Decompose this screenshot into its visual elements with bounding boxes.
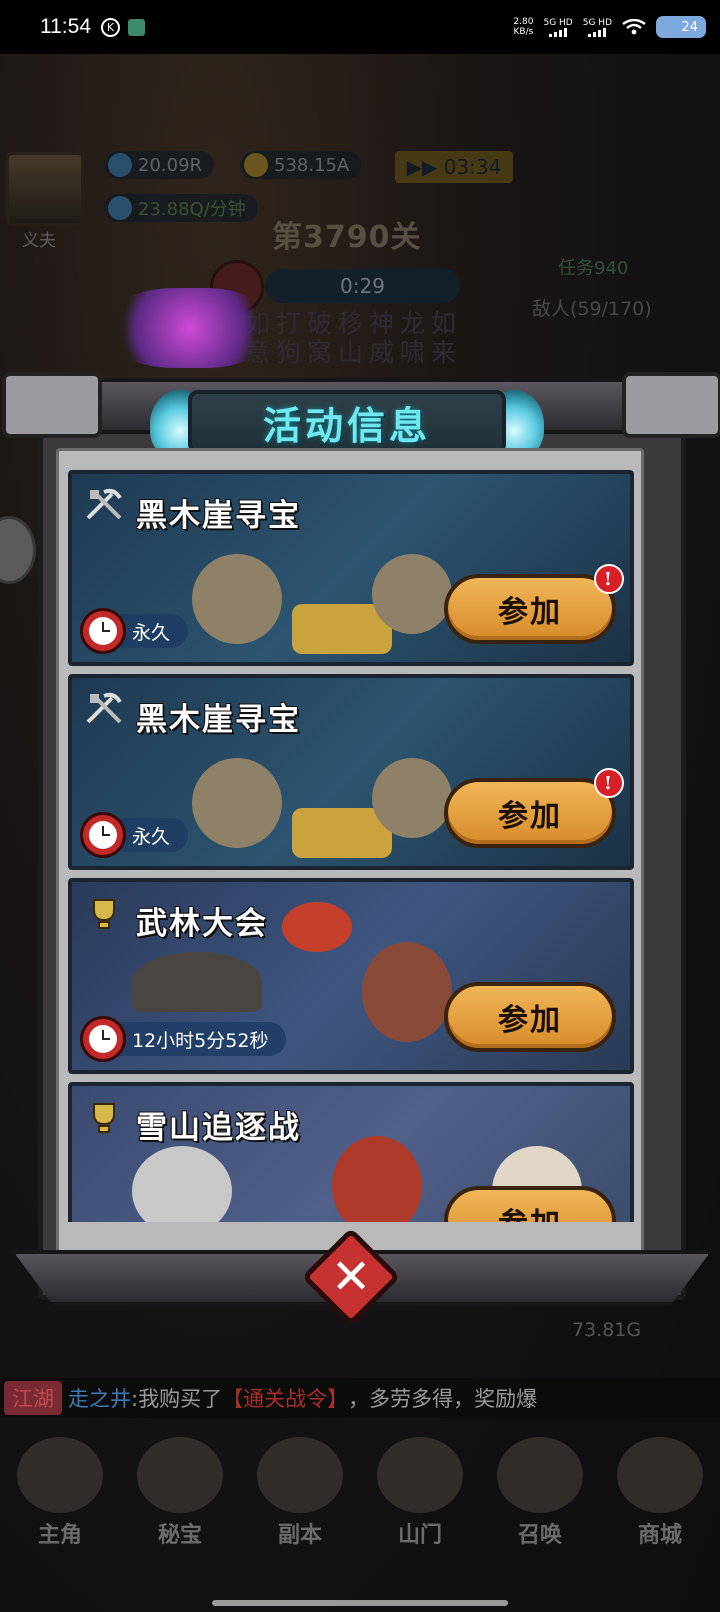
nav-hero[interactable]: 主角 [5, 1437, 115, 1549]
fire-spirit-art [282, 902, 352, 952]
event-list[interactable]: 黑木崖寻宝 永久 参加 ! 黑木崖寻宝 永久 参加 ! 武林大会 12小时5分5… [68, 470, 634, 1222]
join-label: 参加 [498, 1003, 562, 1038]
join-button[interactable]: 参加 [444, 1186, 616, 1222]
chat-highlight: 【通关战令】 [222, 1387, 349, 1411]
nav-label: 商城 [637, 1523, 682, 1548]
alert-badge-icon: ! [594, 768, 624, 798]
nav-dungeon[interactable]: 副本 [245, 1437, 355, 1549]
join-button[interactable]: 参加 ! [444, 564, 624, 644]
join-label: 参加 [498, 1199, 562, 1222]
event-title: 武林大会 [136, 906, 268, 942]
summon-icon [497, 1437, 583, 1513]
nav-label: 副本 [277, 1523, 322, 1548]
roof-corner-right [622, 372, 720, 438]
event-duration: 永久 [80, 608, 189, 654]
event-card[interactable]: 武林大会 12小时5分52秒 参加 [68, 878, 634, 1074]
world-chat-ticker[interactable]: 江湖 走之井 :我购买了 【通关战令】 ，多劳多得，奖励爆 [0, 1378, 720, 1418]
nav-sect[interactable]: 山门 [365, 1437, 475, 1549]
signal-bars-icon [549, 27, 568, 37]
chat-channel-tag: 江湖 [4, 1381, 62, 1415]
sim1-label: 5G HD [543, 17, 573, 28]
character-art [192, 758, 282, 848]
k-badge-icon: K [101, 17, 120, 37]
app-notification-icon [128, 18, 145, 36]
nav-treasure[interactable]: 秘宝 [125, 1437, 235, 1549]
scroll-icon [137, 1437, 223, 1513]
warrior-art [362, 942, 452, 1042]
map-icon [257, 1437, 343, 1513]
status-right: 2.80 KB/s 5G HD 5G HD 24 [513, 16, 706, 38]
event-duration-text: 永久 [132, 825, 171, 848]
network-speed-unit: KB/s [513, 27, 534, 37]
character-art [372, 758, 452, 838]
chat-sender: 走之井 [68, 1387, 131, 1411]
join-button[interactable]: 参加 ! [444, 768, 624, 848]
panel-title: 活动信息 [262, 402, 431, 448]
event-card[interactable]: 黑木崖寻宝 永久 参加 ! [68, 470, 634, 666]
chat-message-suffix: ，多劳多得，奖励爆 [348, 1387, 538, 1411]
activity-panel: 活动信息 黑木崖寻宝 永久 参加 ! 黑木崖寻宝 永久 参加 ! 武林大会 12… [2, 288, 720, 1362]
status-bar: 11:54 K 2.80 KB/s 5G HD 5G HD 24 [0, 0, 720, 54]
clock-icon [80, 608, 126, 654]
title-plate: 活动信息 [188, 390, 506, 454]
clock-icon [80, 1016, 126, 1062]
roof-corner-left [2, 372, 102, 438]
sim2-signal: 5G HD [583, 18, 612, 37]
home-indicator[interactable] [212, 1600, 508, 1606]
event-duration-text: 12小时5分52秒 [132, 1029, 269, 1052]
signal-bars-icon [588, 27, 607, 37]
event-duration: 12小时5分52秒 [80, 1016, 287, 1062]
join-label: 参加 [498, 799, 562, 834]
character-art [372, 554, 452, 634]
clock-icon [80, 812, 126, 858]
event-card[interactable]: 雪山追逐战 参加 [68, 1082, 634, 1222]
nav-label: 主角 [37, 1523, 82, 1548]
nav-label: 秘宝 [157, 1523, 202, 1548]
event-duration: 永久 [80, 812, 189, 858]
event-duration-text: 永久 [132, 621, 171, 644]
pickaxe-shovel-icon [86, 488, 122, 520]
join-label: 参加 [498, 595, 562, 630]
trophy-icon [93, 1103, 115, 1133]
wifi-icon [622, 19, 646, 35]
hero-icon [17, 1437, 103, 1513]
event-title: 黑木崖寻宝 [136, 702, 301, 738]
event-card[interactable]: 黑木崖寻宝 永久 参加 ! [68, 674, 634, 870]
bottom-nav: 主角 秘宝 副本 山门 召唤 商城 [0, 1419, 720, 1612]
character-art [192, 554, 282, 644]
character-art [132, 952, 262, 1012]
shop-icon [617, 1437, 703, 1513]
nav-label: 召唤 [517, 1523, 562, 1548]
nav-shop[interactable]: 商城 [605, 1437, 715, 1549]
sim2-label: 5G HD [582, 17, 612, 28]
nav-summon[interactable]: 召唤 [485, 1437, 595, 1549]
join-button[interactable]: 参加 [444, 982, 616, 1052]
status-time: 11:54 [40, 15, 91, 38]
network-speed: 2.80 KB/s [513, 17, 533, 37]
gate-icon [377, 1437, 463, 1513]
event-title: 雪山追逐战 [136, 1110, 301, 1146]
chat-message-prefix: :我购买了 [131, 1387, 223, 1411]
battery-icon: 24 [656, 16, 706, 38]
trophy-icon [93, 899, 115, 929]
bat-demon-decoration [110, 288, 270, 368]
event-title: 黑木崖寻宝 [136, 498, 301, 534]
nav-label: 山门 [397, 1523, 442, 1548]
alert-badge-icon: ! [594, 564, 624, 594]
network-speed-value: 2.80 [513, 17, 534, 27]
sim1-signal: 5G HD [543, 17, 573, 37]
pickaxe-shovel-icon [86, 692, 122, 724]
close-icon: ✕ [330, 1249, 372, 1305]
